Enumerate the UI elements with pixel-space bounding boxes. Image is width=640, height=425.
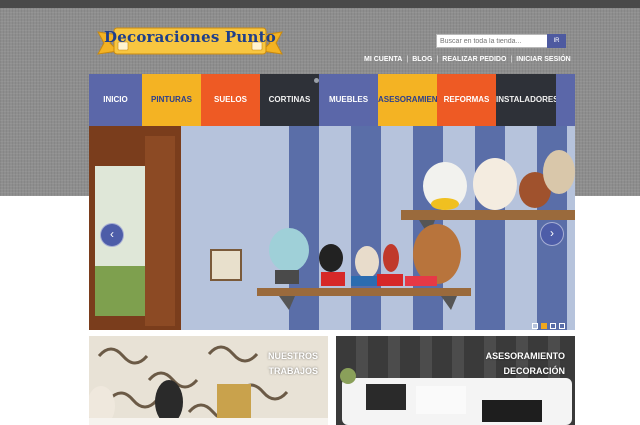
tile-label: ASESORAMIENTO DECORACIÓN: [486, 349, 565, 379]
slide-image-kids-room: [89, 126, 575, 330]
slider-pagination: [529, 316, 565, 329]
nav-item-inicio[interactable]: INICIO: [89, 74, 142, 126]
nav-item-end-cap: [556, 74, 575, 126]
tile-label: NUESTROS TRABAJOS: [268, 349, 318, 379]
tile-nuestros-trabajos[interactable]: NUESTROS TRABAJOS: [89, 336, 328, 425]
search-input[interactable]: [436, 34, 548, 48]
link-separator: |: [510, 56, 513, 63]
nav-indicator-dot: [314, 78, 319, 83]
nav-item-instaladores[interactable]: INSTALADORES: [496, 74, 556, 126]
top-bar: [0, 0, 640, 8]
login-link[interactable]: INICIAR SESIÓN: [516, 56, 570, 63]
slide-dot-4[interactable]: [559, 323, 565, 329]
my-account-link[interactable]: MI CUENTA: [364, 56, 402, 63]
link-separator: |: [406, 56, 409, 63]
hero-slider[interactable]: ‹ ›: [89, 126, 575, 330]
chevron-left-icon[interactable]: ‹: [100, 223, 124, 247]
link-separator: |: [436, 56, 439, 63]
tile-label-line1: ASESORAMIENTO: [485, 351, 565, 361]
blog-link[interactable]: BLOG: [412, 56, 432, 63]
search-form: IR: [436, 34, 566, 48]
logo-text: Decoraciones Punto: [104, 28, 276, 46]
nav-item-asesoramiento[interactable]: ASESORAMIENTO: [378, 74, 437, 126]
nav-item-reformas[interactable]: REFORMAS: [437, 74, 496, 126]
tile-label-line1: NUESTROS: [267, 351, 318, 361]
site-logo[interactable]: Decoraciones Punto: [96, 26, 284, 60]
nav-item-cortinas[interactable]: CORTINAS: [260, 74, 319, 126]
tile-label-line2: TRABAJOS: [268, 366, 318, 376]
search-button[interactable]: IR: [547, 34, 566, 48]
slide-dot-1[interactable]: [532, 323, 538, 329]
nav-item-muebles[interactable]: MUEBLES: [319, 74, 378, 126]
nav-item-pinturas[interactable]: PINTURAS: [142, 74, 201, 126]
slide-dot-3[interactable]: [550, 323, 556, 329]
tile-asesoramiento-decoracion[interactable]: ASESORAMIENTO DECORACIÓN: [336, 336, 575, 425]
tile-label-line2: DECORACIÓN: [503, 366, 565, 376]
account-links: MI CUENTA | BLOG | REALIZAR PEDIDO | INICIAR S…: [364, 56, 571, 66]
slide-dot-2[interactable]: [541, 323, 547, 329]
place-order-link[interactable]: REALIZAR PEDIDO: [442, 56, 506, 63]
chevron-right-icon[interactable]: ›: [540, 222, 564, 246]
nav-item-suelos[interactable]: SUELOS: [201, 74, 260, 126]
main-nav: INICIO PINTURAS SUELOS CORTINAS MUEBLES …: [89, 74, 575, 126]
